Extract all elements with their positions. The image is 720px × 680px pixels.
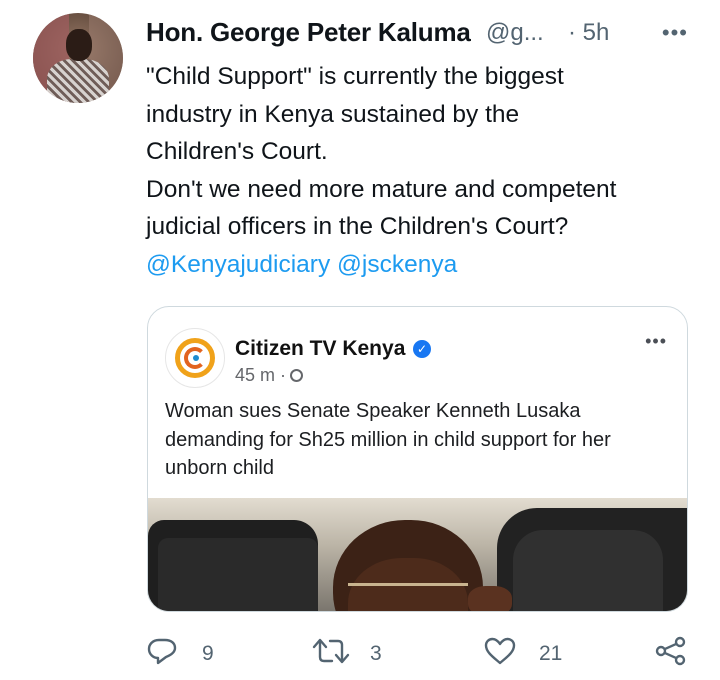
card-text-line: demanding for Sh25 million in child supp… (165, 428, 611, 451)
time-value: 5h (582, 19, 610, 46)
globe-icon (290, 369, 304, 382)
photo-glasses (348, 583, 468, 604)
tweet-header: Hon. George Peter Kaluma @g... · 5h ••• (146, 17, 692, 51)
author-avatar[interactable] (33, 13, 123, 103)
card-photo (148, 498, 687, 611)
avatar-head (66, 29, 92, 61)
author-name[interactable]: Hon. George Peter Kaluma (146, 17, 471, 48)
tweet-text-line: judicial officers in the Children's Cour… (146, 213, 569, 241)
like-icon (484, 637, 516, 665)
verified-icon: ✓ (413, 340, 431, 358)
photo-chair-right-seat (513, 530, 663, 611)
tweet-text-line: Don't we need more mature and competent (146, 175, 617, 203)
tweet-text-line: Children's Court. (146, 138, 328, 166)
card-more-icon: ••• (645, 331, 667, 351)
like-count: 21 (539, 642, 563, 665)
tweet-text: "Child Support" is currently the biggest… (146, 58, 706, 284)
more-options-button[interactable]: ••• (662, 20, 688, 46)
time-separator: · (568, 19, 576, 46)
card-text-line: unborn child (165, 457, 274, 479)
embedded-post-card[interactable]: Citizen TV Kenya ✓ 45 m · ••• Woman sues… (147, 306, 688, 612)
mention-link[interactable]: @jsckenya (337, 251, 457, 278)
avatar-shirt (47, 59, 109, 103)
author-handle[interactable]: @g... (486, 19, 544, 47)
reply-count: 9 (202, 642, 214, 665)
reply-button[interactable]: 9 (146, 636, 236, 666)
retweet-button[interactable]: 3 (312, 636, 402, 666)
share-icon (655, 636, 686, 666)
retweet-icon (312, 638, 350, 664)
mentions-line: @Kenyajudiciary @jsckenya (146, 246, 706, 284)
citizen-tv-logo (165, 328, 225, 388)
like-button[interactable]: 21 (483, 636, 583, 666)
card-page-name: Citizen TV Kenya (235, 337, 406, 360)
logo-dot (193, 355, 199, 361)
card-text-line: Woman sues Senate Speaker Kenneth Lusaka (165, 400, 581, 422)
mention-link[interactable]: @Kenyajudiciary (146, 251, 330, 278)
share-button[interactable] (654, 636, 688, 666)
photo-chair-left-seat (158, 538, 318, 611)
tweet-text-line: "Child Support" is currently the biggest (146, 63, 564, 90)
reply-icon (147, 638, 177, 665)
card-text: Woman sues Senate Speaker Kenneth Lusaka… (165, 397, 670, 483)
tweet-timestamp[interactable]: · 5h (568, 19, 609, 47)
tweet-actions-bar: 9 3 21 (0, 630, 720, 678)
card-time-text: 45 m · (235, 365, 287, 385)
tweet-text-line: industry in Kenya sustained by the (146, 100, 520, 128)
retweet-count: 3 (370, 642, 382, 665)
card-timestamp: 45 m · (235, 365, 304, 386)
photo-hand (468, 586, 512, 611)
